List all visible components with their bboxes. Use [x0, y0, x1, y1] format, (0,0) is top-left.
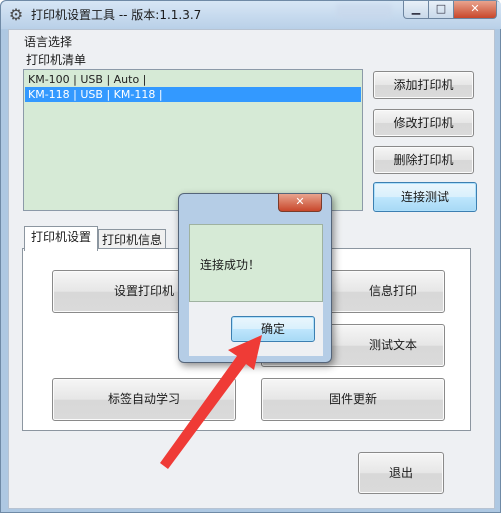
close-button[interactable]: ✕	[453, 1, 497, 19]
add-printer-button[interactable]: 添加打印机	[373, 71, 474, 99]
blurred-area	[336, 4, 392, 18]
modify-printer-button[interactable]: 修改打印机	[373, 109, 474, 137]
minimize-icon: ▁	[411, 2, 421, 15]
maximize-icon: □	[435, 2, 447, 15]
firmware-update-button[interactable]: 固件更新	[261, 378, 445, 421]
list-item[interactable]: KM-100 | USB | Auto |	[25, 72, 361, 87]
gear-icon: ⚙	[8, 5, 24, 24]
printer-listbox[interactable]: KM-100 | USB | Auto | KM-118 | USB | KM-…	[23, 69, 363, 211]
maximize-button[interactable]: □	[428, 1, 454, 19]
minimize-button[interactable]: ▁	[403, 1, 429, 19]
connection-test-button[interactable]: 连接测试	[373, 182, 477, 212]
close-icon: ✕	[470, 2, 480, 15]
dialog-message: 连接成功！	[200, 258, 261, 272]
message-dialog: ✕ 连接成功！ 确定	[178, 193, 332, 363]
window-title: 打印机设置工具 -- 版本:1.1.3.7	[31, 8, 202, 22]
dialog-button-area: 确定	[189, 302, 323, 356]
delete-printer-button[interactable]: 删除打印机	[373, 146, 474, 174]
printer-list-label: 打印机清单	[26, 53, 87, 67]
language-label[interactable]: 语言选择	[24, 34, 72, 50]
tab-printer-settings[interactable]: 打印机设置	[24, 226, 98, 251]
close-icon: ✕	[295, 195, 305, 208]
exit-button[interactable]: 退出	[358, 452, 444, 494]
list-item-selected[interactable]: KM-118 | USB | KM-118 |	[25, 87, 361, 102]
ok-button[interactable]: 确定	[231, 316, 315, 342]
dialog-close-button[interactable]: ✕	[278, 194, 322, 212]
dialog-body: 连接成功！	[189, 224, 323, 302]
title-bar: ⚙ 打印机设置工具 -- 版本:1.1.3.7 ▁ □ ✕	[1, 1, 501, 29]
label-auto-learn-button[interactable]: 标签自动学习	[52, 378, 236, 421]
tab-printer-info[interactable]: 打印机信息	[98, 229, 166, 249]
